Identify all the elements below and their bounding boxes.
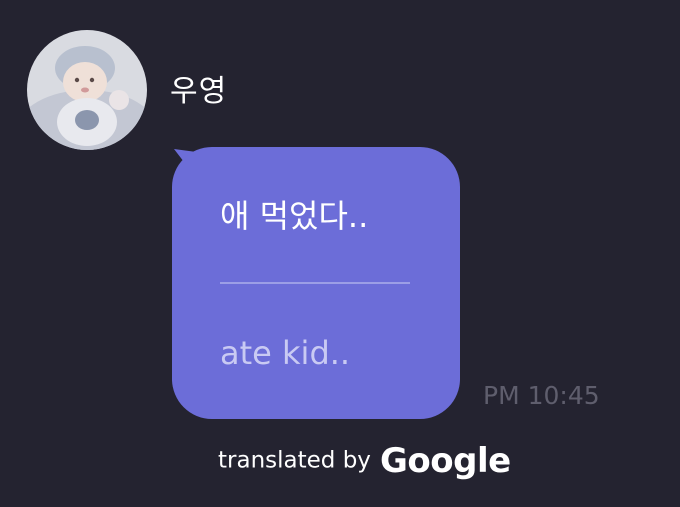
translation-attribution: translated by Google xyxy=(218,438,511,483)
avatar[interactable] xyxy=(27,30,147,150)
attribution-prefix: translated by xyxy=(218,447,371,474)
chat-view: 우영 애 먹었다.. ate kid.. PM 10:45 translated… xyxy=(0,0,680,507)
original-message-text: 애 먹었다.. xyxy=(220,197,369,235)
google-brand-logo: Google xyxy=(380,440,511,481)
translated-message-text: ate kid.. xyxy=(220,334,351,372)
message-timestamp: PM 10:45 xyxy=(483,381,600,410)
sender-name: 우영 xyxy=(170,74,228,109)
baby-photo-avatar-icon xyxy=(27,30,147,150)
message-bubble[interactable]: 애 먹었다.. ate kid.. xyxy=(172,147,460,419)
translation-divider xyxy=(220,282,410,284)
